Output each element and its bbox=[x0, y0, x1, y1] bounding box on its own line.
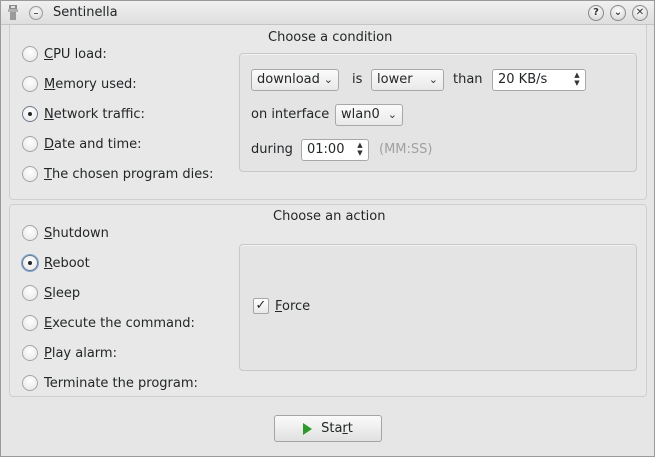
radio-label: CPU load: bbox=[44, 46, 107, 62]
rate-value: 20 KB/s bbox=[498, 72, 548, 87]
radio-button-checked[interactable] bbox=[22, 106, 38, 122]
play-icon bbox=[303, 422, 313, 435]
radio-label: Shutdown bbox=[44, 225, 109, 241]
chevron-down-icon: ⌄ bbox=[428, 73, 438, 86]
radio-button[interactable] bbox=[22, 46, 38, 62]
radio-button[interactable] bbox=[22, 315, 38, 331]
window-menu-button[interactable] bbox=[29, 6, 43, 20]
duration-value: 01:00 bbox=[307, 142, 345, 157]
chevron-down-icon: ⌄ bbox=[323, 73, 333, 86]
radio-label: Terminate the program: bbox=[44, 375, 198, 391]
app-icon bbox=[8, 5, 18, 20]
minimize-button[interactable]: ⌄ bbox=[610, 5, 626, 21]
action-option-play-alarm[interactable]: Play alarm: bbox=[22, 343, 117, 363]
radio-label: Date and time: bbox=[44, 136, 142, 152]
condition-option-network-traffic[interactable]: Network traffic: bbox=[22, 104, 145, 124]
direction-select[interactable]: download ⌄ bbox=[251, 69, 339, 91]
radio-button[interactable] bbox=[22, 76, 38, 92]
main-window: Sentinella ? ⌄ ✕ Choose a condition CPU … bbox=[0, 0, 655, 457]
start-button-label: Start bbox=[321, 421, 353, 436]
close-button[interactable]: ✕ bbox=[632, 5, 648, 21]
radio-button[interactable] bbox=[22, 225, 38, 241]
help-button[interactable]: ? bbox=[588, 5, 604, 21]
radio-label: Sleep bbox=[44, 285, 81, 301]
force-option[interactable]: ✓ Force bbox=[253, 298, 310, 314]
start-button[interactable]: Start bbox=[274, 415, 382, 442]
radio-button[interactable] bbox=[22, 166, 38, 182]
radio-button[interactable] bbox=[22, 285, 38, 301]
rate-spinbox[interactable]: 20 KB/s ▲ ▼ bbox=[492, 69, 586, 91]
spin-arrows-icon[interactable]: ▲ ▼ bbox=[355, 141, 365, 159]
window-title: Sentinella bbox=[53, 5, 118, 20]
action-option-terminate-program[interactable]: Terminate the program: bbox=[22, 373, 198, 393]
radio-label: The chosen program dies: bbox=[44, 166, 214, 182]
comparison-select[interactable]: lower ⌄ bbox=[371, 69, 444, 91]
interface-select[interactable]: wlan0 ⌄ bbox=[335, 104, 403, 126]
radio-button[interactable] bbox=[22, 375, 38, 391]
condition-option-date-time[interactable]: Date and time: bbox=[22, 134, 142, 154]
interface-label: on interface bbox=[251, 107, 330, 122]
condition-panel: Choose a condition CPU load: Memory used… bbox=[9, 25, 647, 200]
radio-button[interactable] bbox=[22, 345, 38, 361]
radio-button-checked[interactable] bbox=[22, 255, 38, 271]
than-label: than bbox=[453, 72, 483, 87]
network-traffic-settings: download ⌄ is lower ⌄ than 20 KB/s ▲ ▼ on… bbox=[239, 53, 637, 172]
action-panel: Choose an action Shutdown Reboot Sleep E… bbox=[9, 204, 647, 397]
radio-label: Reboot bbox=[44, 255, 90, 271]
force-checkbox[interactable]: ✓ bbox=[253, 298, 269, 314]
duration-hint: (MM:SS) bbox=[379, 142, 433, 157]
chevron-down-icon: ⌄ bbox=[387, 108, 397, 121]
condition-option-memory-used[interactable]: Memory used: bbox=[22, 74, 137, 94]
direction-value: download bbox=[257, 72, 320, 87]
during-label: during bbox=[251, 142, 293, 157]
condition-option-program-dies[interactable]: The chosen program dies: bbox=[22, 164, 213, 184]
force-label: Force bbox=[275, 298, 311, 314]
reboot-settings: ✓ Force bbox=[239, 244, 637, 371]
comparison-value: lower bbox=[377, 72, 413, 87]
condition-section-title: Choose a condition bbox=[268, 30, 393, 45]
action-option-sleep[interactable]: Sleep bbox=[22, 283, 80, 303]
action-option-execute-command[interactable]: Execute the command: bbox=[22, 313, 195, 333]
action-section-title: Choose an action bbox=[273, 209, 386, 224]
duration-spinbox[interactable]: 01:00 ▲ ▼ bbox=[301, 139, 369, 161]
title-bar[interactable]: Sentinella ? ⌄ ✕ bbox=[1, 1, 654, 25]
radio-button[interactable] bbox=[22, 136, 38, 152]
radio-label: Memory used: bbox=[44, 76, 137, 92]
spin-arrows-icon[interactable]: ▲ ▼ bbox=[572, 71, 582, 89]
condition-option-cpu-load[interactable]: CPU load: bbox=[22, 44, 107, 64]
radio-label: Play alarm: bbox=[44, 345, 117, 361]
interface-value: wlan0 bbox=[341, 107, 380, 122]
action-option-shutdown[interactable]: Shutdown bbox=[22, 223, 109, 243]
radio-label: Network traffic: bbox=[44, 106, 145, 122]
action-option-reboot[interactable]: Reboot bbox=[22, 253, 90, 273]
radio-label: Execute the command: bbox=[44, 315, 195, 331]
is-label: is bbox=[352, 72, 363, 87]
